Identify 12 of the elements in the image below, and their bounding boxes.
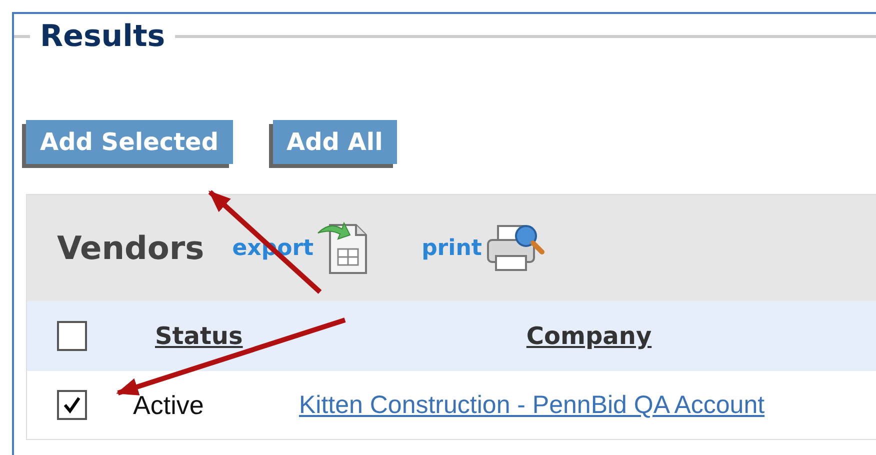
- select-all-checkbox[interactable]: [57, 321, 87, 351]
- company-link[interactable]: Kitten Construction - PennBid QA Account: [299, 390, 876, 420]
- column-header[interactable]: Status: [131, 322, 299, 350]
- check-icon: [62, 395, 82, 415]
- section-title: Results: [39, 18, 166, 54]
- row-checkbox[interactable]: [57, 390, 87, 420]
- column-header[interactable]: Company: [526, 322, 652, 350]
- panel-title: Vendors: [57, 229, 204, 267]
- status-cell-text: Active: [132, 390, 205, 420]
- action-link[interactable]: print: [422, 236, 482, 260]
- action-button[interactable]: Add Selected: [26, 120, 233, 164]
- action-button[interactable]: Add All: [272, 120, 397, 164]
